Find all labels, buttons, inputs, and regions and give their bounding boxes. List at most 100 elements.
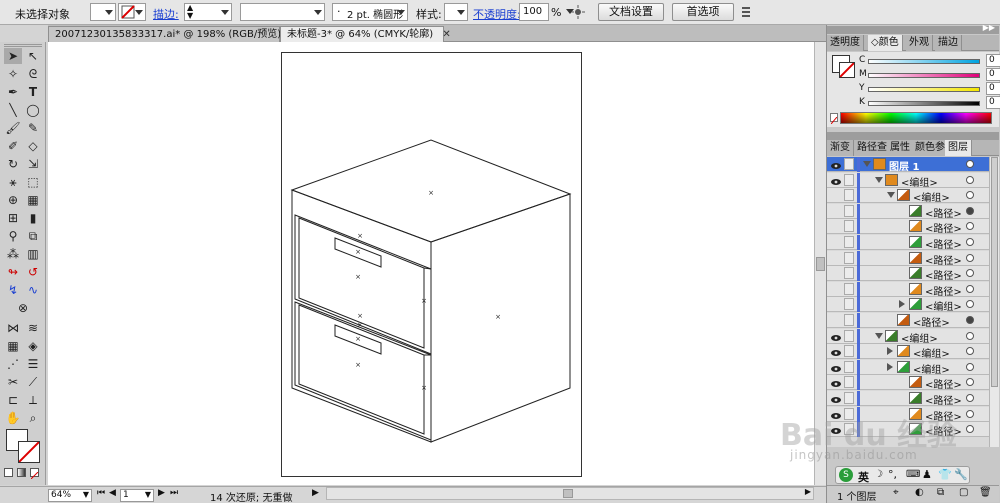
lock-toggle[interactable] <box>844 220 854 233</box>
ime-user-icon[interactable]: ♟ <box>922 468 932 481</box>
symbol-sprayer-tool-icon[interactable]: ⁂ <box>4 246 22 262</box>
lock-toggle[interactable] <box>844 282 854 295</box>
direct-selection-tool-icon[interactable]: ↖ <box>24 48 42 64</box>
first-artboard-icon[interactable]: ⏮ <box>97 488 105 498</box>
tab-pathfinder[interactable]: 路径查 <box>854 140 891 156</box>
close-icon[interactable]: ✕ <box>442 27 450 42</box>
pencil-tool-icon[interactable]: ✎ <box>24 120 42 136</box>
gradient-tool-icon[interactable]: ▮ <box>24 210 42 226</box>
expanded-triangle-icon[interactable] <box>863 161 871 167</box>
artboard-number-dropdown[interactable]: 1 ▼ <box>120 489 154 502</box>
visibility-eye-icon[interactable] <box>831 316 841 324</box>
target-circle-icon[interactable] <box>966 175 974 184</box>
target-circle-icon[interactable] <box>966 331 974 340</box>
tab-document-1[interactable]: 20071230135833317.ai* @ 198% (RGB/预览) ✕ <box>48 26 299 42</box>
eraser-tool-icon[interactable]: ◇ <box>24 138 42 154</box>
layers-scroll-thumb[interactable] <box>991 157 998 387</box>
zoom-dropdown[interactable]: 64% ▼ <box>48 489 92 502</box>
lock-toggle[interactable] <box>844 158 854 170</box>
scroll-right-icon[interactable]: ▶ <box>805 487 811 496</box>
layers-list[interactable]: 图层 1 <编组> <编组> <路径> <路径> <路径> <路径> <路径> <路径> <编组>… <box>827 157 999 447</box>
delete-layer-icon[interactable]: 🗑 <box>979 487 992 498</box>
lock-toggle[interactable] <box>844 189 854 202</box>
slider-value-input[interactable]: 0 <box>986 54 1000 67</box>
layer-row[interactable]: 图层 1 <box>827 157 999 173</box>
layer-row[interactable]: <编组> <box>827 344 999 360</box>
layers-scrollbar[interactable] <box>989 157 999 447</box>
ime-settings-icon[interactable]: 🔧 <box>954 468 968 481</box>
layer-row[interactable]: <路径> <box>827 391 999 407</box>
type-tool-icon[interactable]: T <box>24 84 42 100</box>
gradient-mesh-tool-icon[interactable]: ◈ <box>24 338 42 354</box>
target-circle-icon[interactable] <box>966 347 974 356</box>
free-transform-tool-icon[interactable]: ⬚ <box>24 174 42 190</box>
layer-row[interactable]: <编组> <box>827 172 999 189</box>
stroke-label-link[interactable]: 描边: <box>153 6 179 22</box>
lock-toggle[interactable] <box>844 267 854 280</box>
ime-keyboard-icon[interactable]: ⌨ <box>906 469 920 480</box>
lock-toggle[interactable] <box>844 392 854 404</box>
collapsed-triangle-icon[interactable] <box>887 362 893 371</box>
visibility-eye-icon[interactable] <box>831 269 841 277</box>
lock-toggle[interactable] <box>844 236 854 248</box>
visibility-eye-icon[interactable] <box>831 285 841 293</box>
lock-toggle[interactable] <box>844 298 854 311</box>
locate-object-icon[interactable]: ⌖ <box>893 487 899 498</box>
visibility-eye-icon[interactable] <box>831 394 841 403</box>
scissors-tool-icon[interactable]: ✂ <box>4 374 22 390</box>
layer-row[interactable]: <路径> <box>827 219 999 235</box>
opacity-input[interactable]: 100 <box>519 3 549 21</box>
recolor-artwork-icon[interactable] <box>570 4 588 20</box>
target-circle-icon[interactable] <box>966 394 974 402</box>
none-color-icon[interactable] <box>830 113 838 125</box>
target-circle-icon[interactable] <box>966 238 974 246</box>
target-circle-icon[interactable] <box>966 191 974 200</box>
visibility-eye-icon[interactable] <box>831 191 841 199</box>
layer-row[interactable]: <路径> <box>827 266 999 282</box>
blend-tool-icon[interactable]: ⧉ <box>24 228 42 244</box>
blob-brush-tool-icon[interactable]: ✐ <box>4 138 22 154</box>
color-stroke-swatch[interactable] <box>839 62 855 78</box>
lock-toggle[interactable] <box>844 360 854 373</box>
layer-row[interactable]: <路径> <box>827 406 999 423</box>
visibility-eye-icon[interactable] <box>831 176 841 185</box>
curve-tool-icon[interactable]: ∿ <box>24 282 42 298</box>
target-circle-icon[interactable] <box>966 160 974 168</box>
horizontal-scrollbar[interactable]: ▶ <box>326 487 814 500</box>
knife-tool-icon[interactable]: ⟋ <box>24 374 42 390</box>
mesh-grid-tool-icon[interactable]: ▦ <box>4 338 22 354</box>
tab-appearance[interactable]: 外观 <box>906 35 933 51</box>
visibility-eye-icon[interactable] <box>831 160 841 169</box>
variable-width-dropdown[interactable] <box>240 3 325 21</box>
stroke-swatch[interactable] <box>18 441 40 463</box>
target-circle-icon[interactable] <box>966 409 974 418</box>
lock-toggle[interactable] <box>844 173 854 186</box>
stroke-weight-input[interactable]: ▲ ▼ <box>184 3 232 21</box>
opacity-label-link[interactable]: 不透明度: <box>473 6 521 22</box>
layer-row[interactable]: <编组> <box>827 359 999 376</box>
expanded-triangle-icon[interactable] <box>875 332 883 339</box>
paintbrush-tool-icon[interactable]: 🖌 <box>4 120 22 136</box>
layer-row[interactable]: <路径> <box>827 375 999 391</box>
visibility-eye-icon[interactable] <box>831 332 841 341</box>
target-circle-icon[interactable] <box>966 269 974 278</box>
vertical-scrollbar[interactable] <box>814 42 826 485</box>
lasso-tool-icon[interactable]: ᘓ <box>24 66 42 82</box>
tab-document-2[interactable]: 未标题-3* @ 64% (CMYK/轮廓) ✕ <box>280 26 451 42</box>
rotate-tool-icon[interactable]: ↻ <box>4 156 22 172</box>
measure-tool-icon[interactable]: ⟂ <box>24 392 42 408</box>
stroke-swatch-dropdown[interactable] <box>118 3 146 21</box>
color-mode-icon[interactable] <box>4 468 13 477</box>
tab-stroke[interactable]: 描边 <box>935 35 962 51</box>
tab-gradient[interactable]: 渐变 <box>827 140 854 156</box>
fill-swatch-dropdown[interactable] <box>90 3 116 21</box>
zoom-tool-icon[interactable]: ⌕ <box>24 410 42 426</box>
target-circle-icon[interactable] <box>966 222 974 231</box>
expanded-triangle-icon[interactable] <box>875 176 883 183</box>
visibility-eye-icon[interactable] <box>831 222 841 230</box>
none-mode-icon[interactable] <box>30 468 39 480</box>
layer-row[interactable]: <编组> <box>827 297 999 313</box>
clipping-mask-icon[interactable]: ◐ <box>915 487 924 498</box>
width-tool-icon[interactable]: ⚹ <box>4 174 22 190</box>
slider-track[interactable] <box>868 87 980 92</box>
